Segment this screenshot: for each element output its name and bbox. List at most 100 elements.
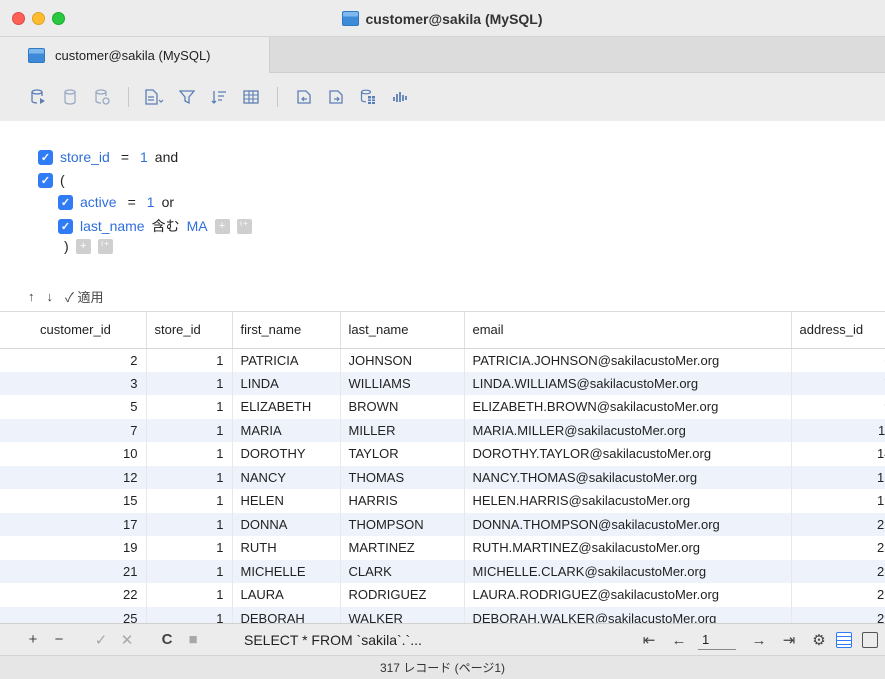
add-condition-icon[interactable]: + bbox=[75, 238, 91, 254]
chart-icon[interactable] bbox=[384, 84, 416, 110]
table-cell[interactable]: DONNA.THOMPSON@sakilacustoMer.org bbox=[464, 512, 792, 536]
table-cell[interactable]: 7 bbox=[791, 371, 885, 395]
table-cell[interactable]: THOMAS bbox=[340, 465, 465, 489]
table-cell[interactable]: 22 bbox=[0, 583, 147, 607]
sql-preview[interactable]: SELECT * FROM `sakila`.`... bbox=[244, 632, 494, 648]
table-cell[interactable]: 7 bbox=[0, 418, 147, 442]
table-cell[interactable]: 1 bbox=[146, 371, 233, 395]
table-cell[interactable]: 10 bbox=[0, 442, 147, 466]
table-cell[interactable]: 1 bbox=[146, 489, 233, 513]
table-cell[interactable]: 1 bbox=[146, 606, 233, 623]
apply-filter-button[interactable]: ✓ 適用 bbox=[65, 287, 104, 306]
stop-icon[interactable]: ■ bbox=[182, 631, 204, 648]
table-cell[interactable]: 19 bbox=[791, 489, 885, 513]
table-cell[interactable]: MARTINEZ bbox=[340, 536, 465, 560]
column-header[interactable]: address_id bbox=[791, 312, 885, 349]
table-cell[interactable]: 1 bbox=[146, 348, 233, 372]
table-cell[interactable]: LAURA.RODRIGUEZ@sakilacustoMer.org bbox=[464, 583, 792, 607]
table-cell[interactable]: TAYLOR bbox=[340, 442, 465, 466]
table-cell[interactable]: ELIZABETH.BROWN@sakilacustoMer.org bbox=[464, 395, 792, 419]
table-cell[interactable]: 14 bbox=[791, 442, 885, 466]
table-cell[interactable]: LAURA bbox=[232, 583, 341, 607]
table-cell[interactable]: 1 bbox=[146, 418, 233, 442]
table-row[interactable]: 17 1 DONNA THOMPSON DONNA.THOMPSON@sakilacus… bbox=[0, 512, 885, 536]
columns-icon[interactable] bbox=[235, 84, 267, 110]
table-cell[interactable]: MICHELLE bbox=[232, 559, 341, 583]
table-cell[interactable]: NANCY.THOMAS@sakilacustoMer.org bbox=[464, 465, 792, 489]
add-group-icon[interactable]: ⁽⁺ bbox=[97, 238, 113, 254]
table-cell[interactable]: LINDA.WILLIAMS@sakilacustoMer.org bbox=[464, 371, 792, 395]
table-cell[interactable]: 5 bbox=[0, 395, 147, 419]
table-cell[interactable]: MARIA.MILLER@sakilacustoMer.org bbox=[464, 418, 792, 442]
table-cell[interactable]: 3 bbox=[0, 371, 147, 395]
column-header[interactable]: customer_id bbox=[0, 312, 147, 349]
checkbox-checked[interactable]: ✓ bbox=[58, 194, 73, 210]
table-cell[interactable]: 2 bbox=[0, 348, 147, 372]
grid-view-icon[interactable] bbox=[836, 632, 852, 648]
table-row[interactable]: 2 1 PATRICIA JOHNSON PATRICIA.JOHNSON@sakila… bbox=[0, 348, 885, 372]
move-down-icon[interactable]: ↓ bbox=[47, 289, 54, 304]
filter-operator[interactable]: 含む bbox=[152, 216, 180, 236]
filter-icon[interactable] bbox=[171, 84, 203, 110]
table-cell[interactable]: 19 bbox=[0, 536, 147, 560]
move-up-icon[interactable]: ↑ bbox=[28, 289, 35, 304]
database-icon[interactable] bbox=[54, 84, 86, 110]
commit-icon[interactable]: ✓ bbox=[90, 631, 112, 649]
table-row[interactable]: 10 1 DOROTHY TAYLOR DOROTHY.TAYLOR@sakilacus… bbox=[0, 442, 885, 466]
table-cell[interactable]: DOROTHY bbox=[232, 442, 341, 466]
table-row[interactable]: 7 1 MARIA MILLER MARIA.MILLER@sakilacustoMer… bbox=[0, 418, 885, 442]
filter-field[interactable]: active bbox=[80, 194, 117, 210]
checkbox-checked[interactable]: ✓ bbox=[38, 172, 53, 188]
sort-icon[interactable] bbox=[203, 84, 235, 110]
add-row-icon[interactable]: + bbox=[22, 631, 44, 648]
table-cell[interactable]: 16 bbox=[791, 465, 885, 489]
table-cell[interactable]: 11 bbox=[791, 418, 885, 442]
table-cell[interactable]: DEBORAH bbox=[232, 606, 341, 623]
prev-page-icon[interactable]: ← bbox=[668, 632, 690, 649]
table-cell[interactable]: DONNA bbox=[232, 512, 341, 536]
next-page-icon[interactable]: → bbox=[748, 632, 770, 649]
document-menu-icon[interactable] bbox=[139, 84, 171, 110]
table-cell[interactable]: LINDA bbox=[232, 371, 341, 395]
table-cell[interactable]: RUTH.MARTINEZ@sakilacustoMer.org bbox=[464, 536, 792, 560]
table-row[interactable]: 21 1 MICHELLE CLARK MICHELLE.CLARK@sakilacus… bbox=[0, 559, 885, 583]
table-cell[interactable]: WILLIAMS bbox=[340, 371, 465, 395]
table-cell[interactable]: MICHELLE.CLARK@sakilacustoMer.org bbox=[464, 559, 792, 583]
table-row[interactable]: 22 1 LAURA RODRIGUEZ LAURA.RODRIGUEZ@sakilac… bbox=[0, 583, 885, 607]
table-cell[interactable]: JOHNSON bbox=[340, 348, 465, 372]
table-cell[interactable]: WALKER bbox=[340, 606, 465, 623]
form-view-icon[interactable] bbox=[862, 632, 878, 648]
table-cell[interactable]: PATRICIA.JOHNSON@sakilacustoMer.org bbox=[464, 348, 792, 372]
table-row[interactable]: 19 1 RUTH MARTINEZ RUTH.MARTINEZ@sakilacusto… bbox=[0, 536, 885, 560]
page-number-input[interactable]: 1 bbox=[698, 630, 736, 650]
table-cell[interactable]: MILLER bbox=[340, 418, 465, 442]
column-header[interactable]: store_id bbox=[146, 312, 233, 349]
table-cell[interactable]: HELEN.HARRIS@sakilacustoMer.org bbox=[464, 489, 792, 513]
filter-value[interactable]: 1 bbox=[147, 194, 155, 210]
table-cell[interactable]: 9 bbox=[791, 395, 885, 419]
table-row[interactable]: 5 1 ELIZABETH BROWN ELIZABETH.BROWN@sakilacu… bbox=[0, 395, 885, 419]
add-condition-icon[interactable]: + bbox=[214, 218, 230, 234]
table-row[interactable]: 12 1 NANCY THOMAS NANCY.THOMAS@sakilacustoMe… bbox=[0, 465, 885, 489]
table-cell[interactable]: 21 bbox=[0, 559, 147, 583]
first-page-icon[interactable]: ⇤ bbox=[638, 631, 660, 649]
table-cell[interactable]: 12 bbox=[0, 465, 147, 489]
table-cell[interactable]: BROWN bbox=[340, 395, 465, 419]
table-cell[interactable]: NANCY bbox=[232, 465, 341, 489]
filter-field[interactable]: store_id bbox=[60, 149, 110, 165]
export-icon[interactable] bbox=[320, 84, 352, 110]
table-cell[interactable]: 1 bbox=[146, 583, 233, 607]
table-cell[interactable]: 17 bbox=[0, 512, 147, 536]
table-cell[interactable]: CLARK bbox=[340, 559, 465, 583]
last-page-icon[interactable]: ⇥ bbox=[778, 631, 800, 649]
filter-value[interactable]: MA bbox=[187, 218, 208, 234]
add-group-icon[interactable]: ⁽⁺ bbox=[236, 218, 252, 234]
checkbox-checked[interactable]: ✓ bbox=[58, 218, 73, 234]
table-row[interactable]: 25 1 DEBORAH WALKER DEBORAH.WALKER@sakilacus… bbox=[0, 606, 885, 623]
filter-operator[interactable]: = bbox=[128, 194, 136, 210]
filter-joiner[interactable]: or bbox=[162, 194, 174, 210]
table-cell[interactable]: 21 bbox=[791, 512, 885, 536]
refresh-icon[interactable]: C bbox=[156, 631, 178, 648]
filter-value[interactable]: 1 bbox=[140, 149, 148, 165]
database-refresh-icon[interactable] bbox=[86, 84, 118, 110]
